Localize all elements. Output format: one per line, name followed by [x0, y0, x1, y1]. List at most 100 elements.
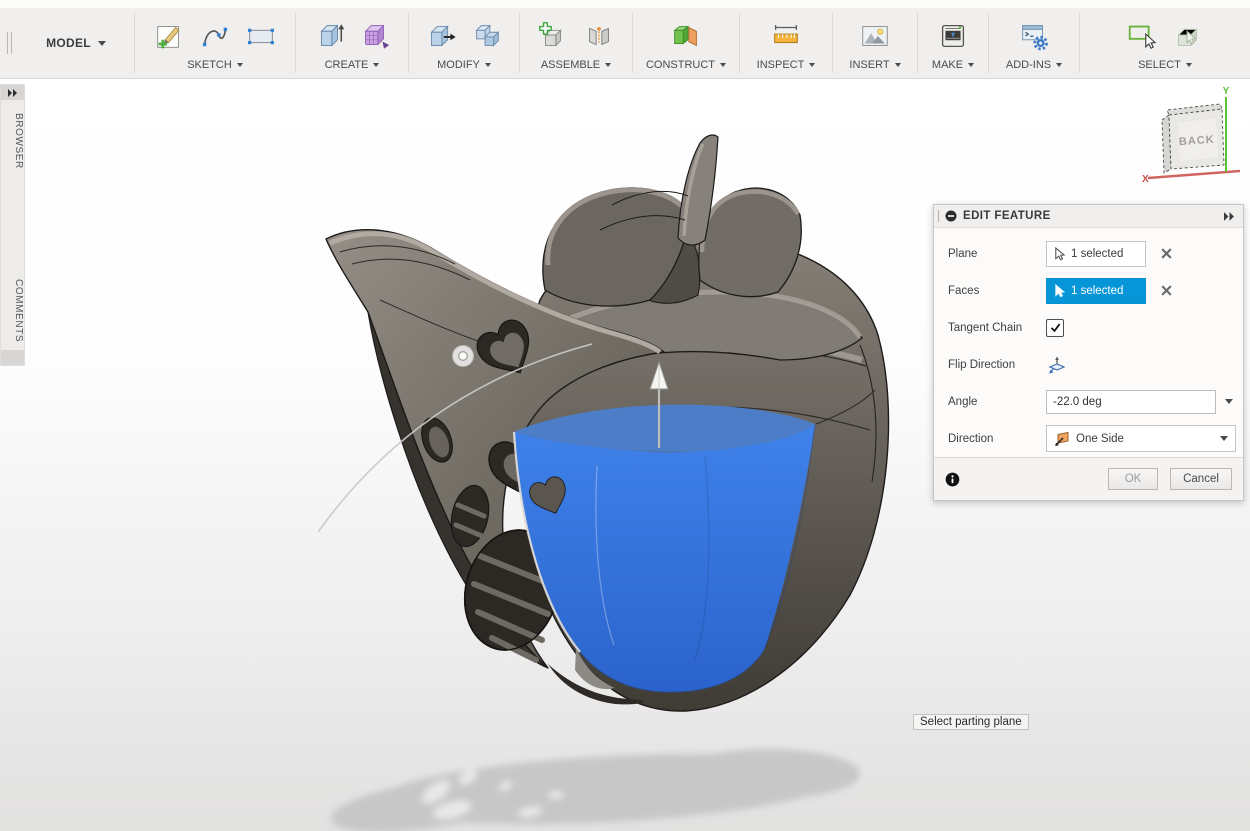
- rectangle-icon: [244, 19, 278, 53]
- chevron-down-icon: [605, 63, 611, 67]
- create-sketch-button[interactable]: [151, 18, 187, 54]
- direction-dropdown[interactable]: One Side: [1046, 425, 1236, 452]
- info-icon[interactable]: [945, 472, 960, 487]
- tangent-chain-checkbox[interactable]: [1046, 319, 1064, 337]
- chevron-down-icon: [1220, 436, 1228, 441]
- x-axis-label: X: [1142, 174, 1149, 185]
- chevron-down-icon: [373, 63, 379, 67]
- joint-button[interactable]: [581, 18, 617, 54]
- construct-plane-button[interactable]: [668, 18, 704, 54]
- check-icon: [1049, 321, 1062, 334]
- y-axis-label: Y: [1223, 86, 1230, 97]
- window-top-strip: [0, 0, 1250, 8]
- assemble-menu[interactable]: ASSEMBLE: [541, 59, 611, 76]
- toolbar-group-select: SELECT: [1080, 8, 1250, 78]
- tab-comments[interactable]: COMMENTS: [1, 269, 24, 353]
- extrude-button[interactable]: [311, 18, 347, 54]
- sketch-menu[interactable]: SKETCH: [187, 59, 243, 76]
- create-sketch-icon: [152, 19, 186, 53]
- angle-input[interactable]: [1046, 390, 1216, 414]
- faces-selection-field[interactable]: 1 selected: [1046, 278, 1146, 304]
- tab-browser[interactable]: BROWSER: [1, 103, 24, 179]
- browser-expand-button[interactable]: [1, 85, 24, 100]
- make-3d-print-button[interactable]: [935, 18, 971, 54]
- dialog-body: Plane 1 selected Faces 1 selected: [934, 228, 1243, 457]
- toolbar-drag-handle[interactable]: [0, 8, 18, 78]
- joint-icon: [582, 19, 616, 53]
- modify-menu[interactable]: MODIFY: [437, 59, 491, 76]
- chevron-down-icon: [1225, 399, 1233, 404]
- toolbar-group-create: CREATE: [296, 8, 408, 78]
- toolbar-group-addins: ADD-INS: [989, 8, 1079, 78]
- insert-image-button[interactable]: [857, 18, 893, 54]
- model-canvas[interactable]: BROWSER COMMENTS BACK Y X EDIT FEATURE: [0, 79, 1250, 831]
- flip-direction-row: Flip Direction: [934, 346, 1243, 383]
- new-component-icon: [536, 19, 570, 53]
- angle-label: Angle: [948, 396, 1046, 408]
- create-form-button[interactable]: [357, 18, 393, 54]
- workspace-switcher[interactable]: MODEL: [18, 8, 134, 78]
- cancel-button[interactable]: Cancel: [1170, 468, 1232, 490]
- press-pull-button[interactable]: [423, 18, 459, 54]
- chevron-down-icon: [98, 41, 106, 46]
- addins-menu[interactable]: ADD-INS: [1006, 59, 1062, 76]
- faces-label: Faces: [948, 285, 1046, 297]
- new-component-button[interactable]: [535, 18, 571, 54]
- measure-icon: [769, 19, 803, 53]
- window-select-button[interactable]: [1124, 18, 1160, 54]
- edit-feature-dialog: EDIT FEATURE Plane 1 selected Faces 1 s: [933, 204, 1244, 501]
- window-select-icon: [1125, 19, 1159, 53]
- scripts-addins-icon: [1017, 19, 1051, 53]
- faces-row: Faces 1 selected: [934, 272, 1243, 309]
- rectangle-button[interactable]: [243, 18, 279, 54]
- make-menu[interactable]: MAKE: [932, 59, 974, 76]
- combine-icon: [470, 19, 504, 53]
- measure-button[interactable]: [768, 18, 804, 54]
- tangent-chain-row: Tangent Chain: [934, 309, 1243, 346]
- toolbar-group-inspect: INSPECT: [740, 8, 832, 78]
- chevron-down-icon: [485, 63, 491, 67]
- plane-row: Plane 1 selected: [934, 235, 1243, 272]
- dialog-footer: OK Cancel: [934, 457, 1243, 500]
- direction-row: Direction One Side: [934, 420, 1243, 457]
- collapse-icon[interactable]: [945, 210, 957, 222]
- viewcube[interactable]: BACK Y X: [1136, 85, 1248, 185]
- press-pull-icon: [424, 19, 458, 53]
- flip-direction-icon: [1047, 356, 1067, 374]
- double-chevron-right-icon: [8, 89, 18, 97]
- close-icon: [1160, 284, 1173, 297]
- ok-button[interactable]: OK: [1108, 468, 1158, 490]
- form-icon: [358, 19, 392, 53]
- viewcube-face-label: BACK: [1179, 134, 1216, 148]
- dialog-title: EDIT FEATURE: [963, 210, 1051, 222]
- close-icon: [1160, 247, 1173, 260]
- scripts-addins-button[interactable]: [1016, 18, 1052, 54]
- cube-select-button[interactable]: [1170, 18, 1206, 54]
- 3d-printer-icon: [936, 19, 970, 53]
- chevron-down-icon: [720, 63, 726, 67]
- select-menu[interactable]: SELECT: [1138, 59, 1192, 76]
- dock-right-icon[interactable]: [1224, 212, 1235, 221]
- chevron-down-icon: [968, 63, 974, 67]
- angle-dropdown-button[interactable]: [1221, 390, 1237, 414]
- insert-menu[interactable]: INSERT: [849, 59, 900, 76]
- dialog-drag-handle[interactable]: [938, 210, 939, 222]
- toolbar-group-make: MAKE: [918, 8, 988, 78]
- x-axis-line: [1148, 171, 1240, 178]
- chevron-down-icon: [809, 63, 815, 67]
- dialog-header[interactable]: EDIT FEATURE: [934, 205, 1243, 228]
- clear-plane-selection-button[interactable]: [1158, 246, 1174, 262]
- chevron-down-icon: [1186, 63, 1192, 67]
- flip-direction-button[interactable]: [1046, 355, 1068, 375]
- combine-button[interactable]: [469, 18, 505, 54]
- plane-selection-field[interactable]: 1 selected: [1046, 241, 1146, 267]
- construct-menu[interactable]: CONSTRUCT: [646, 59, 726, 76]
- clear-faces-selection-button[interactable]: [1158, 283, 1174, 299]
- spline-button[interactable]: [197, 18, 233, 54]
- create-menu[interactable]: CREATE: [325, 59, 380, 76]
- inspect-menu[interactable]: INSPECT: [757, 59, 816, 76]
- cube-select-icon: [1171, 19, 1205, 53]
- toolbar-group-insert: INSERT: [833, 8, 917, 78]
- strip-bottom-cap: [1, 350, 24, 365]
- toolbar-group-modify: MODIFY: [409, 8, 519, 78]
